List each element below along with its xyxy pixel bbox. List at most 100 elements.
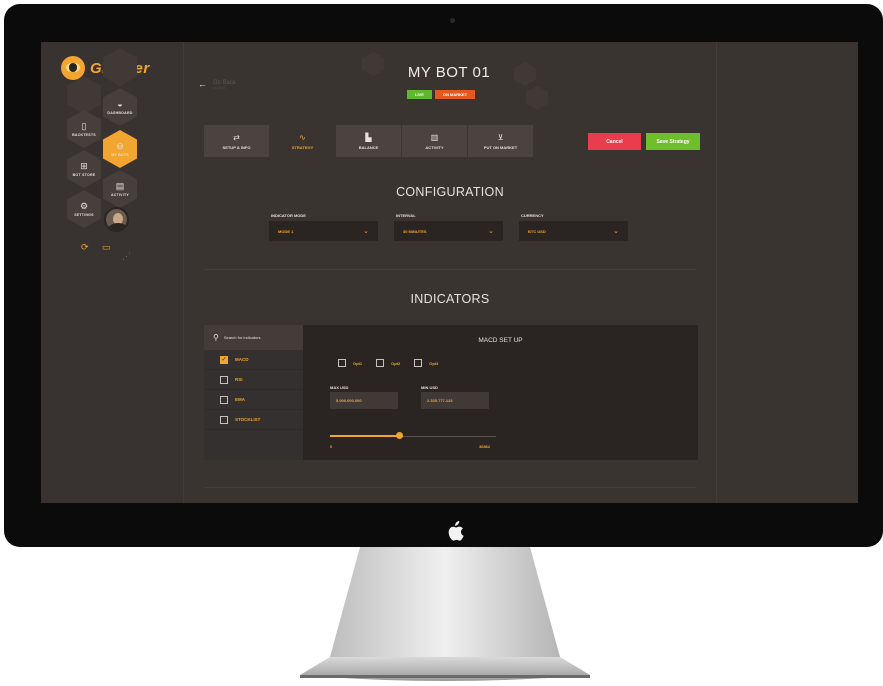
tab-label: ACTIVITY <box>425 144 444 150</box>
indicator-label: MACD <box>235 357 249 362</box>
indicator-mode-select[interactable]: MODE 1 ⌄ <box>269 221 378 241</box>
min-usd-input[interactable]: 2.335.777.133 <box>421 392 489 409</box>
chart-icon: ▙ <box>365 132 372 142</box>
tab-label: STRATEGY <box>291 144 314 150</box>
bot-icon: ⊖ <box>116 141 124 151</box>
gauge-icon: ◒ <box>117 99 123 109</box>
save-strategy-button[interactable]: Save Strategy <box>646 133 700 150</box>
checkbox-icon[interactable] <box>376 359 385 367</box>
gear-icon: ⚙ <box>79 201 89 211</box>
min-usd-label: MIN USD <box>421 385 438 390</box>
option-opt1[interactable]: Opt1 <box>338 359 362 367</box>
chat-icon[interactable]: ▭ <box>102 242 111 253</box>
indicator-search[interactable]: ⚲ Search for indicators <box>204 325 303 350</box>
indicator-mode-label: INDICATOR MODE <box>271 213 306 218</box>
status-badge-live: LIVE <box>407 90 432 99</box>
divider <box>204 487 696 488</box>
currency-select[interactable]: BTC USD ⌄ <box>519 221 628 241</box>
checkbox-icon[interactable] <box>220 395 228 404</box>
interval-select[interactable]: 30 MINUTES ⌄ <box>394 221 503 241</box>
arrow-left-icon: ← <box>198 79 207 89</box>
status-badge-on-market: ON MARKET <box>434 90 476 99</box>
avatar[interactable] <box>104 207 129 232</box>
indicator-item-macd[interactable]: ✓ MACD <box>204 350 303 370</box>
indicators-panel: ⚲ Search for indicators ✓ MACD RSI EMA S… <box>204 325 698 460</box>
tab-balance[interactable]: ▙ BALANCE <box>336 125 402 157</box>
decor-hex <box>526 86 548 110</box>
sidebar-item-label: BACKTESTS <box>72 133 96 137</box>
sidebar-item-label: SETTINGS <box>74 213 94 217</box>
flask-icon: ▯ <box>81 121 87 131</box>
configuration-title: CONFIGURATION <box>396 185 504 199</box>
camera <box>450 18 455 23</box>
monitor-stand <box>300 547 590 681</box>
option-label: Opt2 <box>391 360 401 366</box>
option-label: Opt1 <box>353 360 363 366</box>
slider-max-label: 36862 <box>479 444 491 449</box>
sidebar-item-backtests[interactable]: ▯ BACKTESTS <box>67 110 101 148</box>
app-screen: Gimmer ◒ DASHBOARD ▯ BACKTESTS ⊖ MY BOTS… <box>41 42 858 503</box>
option-opt3[interactable]: Opt3 <box>414 359 438 367</box>
sliders-icon: ⇄ <box>233 132 240 142</box>
activity-icon: ▤ <box>115 181 125 191</box>
apple-logo-icon <box>448 521 464 541</box>
interval-label: INTERVAL <box>396 213 416 218</box>
sidebar: Gimmer ◒ DASHBOARD ▯ BACKTESTS ⊖ MY BOTS… <box>41 42 184 503</box>
refresh-bot-icon[interactable]: ⟳ <box>81 242 89 253</box>
decor-hex <box>67 76 101 114</box>
page-title: MY BOT 01 <box>407 64 491 81</box>
macd-setup-title: MACD SET UP <box>478 337 523 344</box>
indicator-list: ⚲ Search for indicators ✓ MACD RSI EMA S… <box>204 325 303 460</box>
sidebar-item-label: BOT STORE <box>72 173 96 177</box>
store-icon: ⊞ <box>80 161 88 171</box>
tab-label: SETUP & INFO <box>222 144 251 150</box>
indicator-label: RSI <box>235 377 243 382</box>
max-usd-label: MAX USD <box>330 385 349 390</box>
decor-hex <box>103 48 137 86</box>
range-slider-fill <box>330 435 400 437</box>
tab-strategy[interactable]: ∿ STRATEGY <box>270 125 336 157</box>
tab-bar: ⇄ SETUP & INFO ∿ STRATEGY ▙ BALANCE ▥ AC… <box>204 125 534 157</box>
tab-setup-info[interactable]: ⇄ SETUP & INFO <box>204 125 270 157</box>
status-badges: LIVE ON MARKET <box>407 90 476 99</box>
checkbox-icon[interactable] <box>220 375 228 384</box>
range-slider-handle[interactable] <box>396 432 404 439</box>
option-opt2[interactable]: Opt2 <box>376 359 400 367</box>
indicator-item-ema[interactable]: EMA <box>204 390 303 410</box>
sidebar-item-bot-store[interactable]: ⊞ BOT STORE <box>67 150 101 188</box>
checkbox-icon[interactable] <box>414 359 423 367</box>
checkbox-icon[interactable] <box>220 415 228 424</box>
checkbox-icon[interactable] <box>338 359 346 367</box>
share-icon[interactable]: ⋰ <box>122 251 131 262</box>
macd-options: Opt1 Opt2 Opt3 <box>338 359 438 367</box>
indicator-item-rsi[interactable]: RSI <box>204 370 303 390</box>
max-usd-input[interactable]: 5.000.000.000 <box>330 392 398 409</box>
search-icon: ⚲ <box>213 333 219 342</box>
option-label: Opt3 <box>429 360 439 366</box>
robot-logo-icon <box>61 56 85 80</box>
search-input[interactable]: Search for indicators <box>224 335 261 340</box>
sidebar-item-activity[interactable]: ▤ ACTIVITY <box>103 170 137 208</box>
indicator-mode-value: MODE 1 <box>278 228 294 234</box>
tab-put-on-market[interactable]: ⊻ PUT ON MARKET <box>468 125 534 157</box>
tab-label: PUT ON MARKET <box>483 144 518 150</box>
sidebar-item-settings[interactable]: ⚙ SETTINGS <box>67 190 101 228</box>
main-content: ← Go Back My Bots MY BOT 01 LIVE ON MARK… <box>184 42 716 503</box>
sidebar-item-label: DASHBOARD <box>107 111 133 115</box>
indicator-label: STOCKLIST <box>235 417 261 422</box>
indicator-item-stocklist[interactable]: STOCKLIST <box>204 410 303 430</box>
sidebar-item-my-bots[interactable]: ⊖ MY BOTS <box>103 130 137 168</box>
go-back-sublabel: My Bots <box>213 86 226 90</box>
cancel-button[interactable]: Cancel <box>588 133 641 150</box>
indicator-label: EMA <box>235 397 245 402</box>
indicators-title: INDICATORS <box>410 292 490 306</box>
sidebar-item-dashboard[interactable]: ◒ DASHBOARD <box>103 88 137 126</box>
go-back-link[interactable]: ← Go Back My Bots <box>198 79 236 91</box>
sidebar-item-label: MY BOTS <box>111 153 129 157</box>
checkbox-checked-icon[interactable]: ✓ <box>220 355 228 364</box>
right-panel <box>716 42 858 503</box>
clipboard-icon: ▥ <box>430 132 439 142</box>
tab-activity[interactable]: ▥ ACTIVITY <box>402 125 468 157</box>
chevron-down-icon: ⌄ <box>613 228 619 235</box>
tab-label: BALANCE <box>358 144 379 150</box>
